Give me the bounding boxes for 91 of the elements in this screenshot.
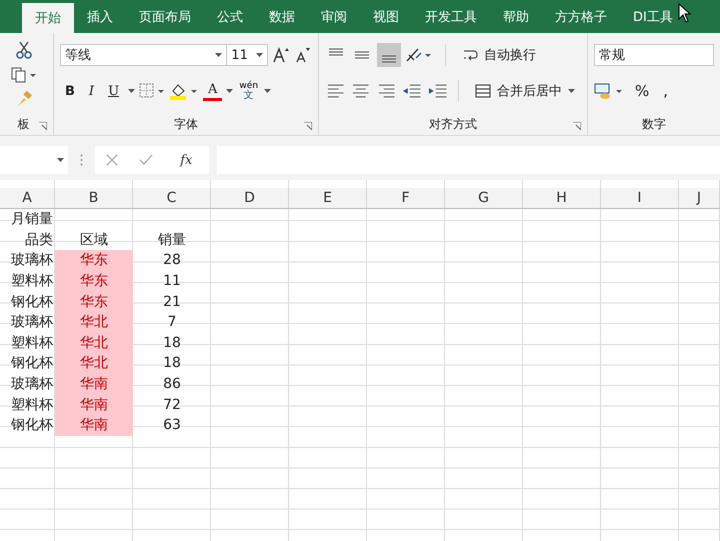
column-header[interactable]: F <box>367 188 445 208</box>
shrink-font-icon[interactable] <box>294 46 312 64</box>
ribbon-tab[interactable]: 开始 <box>22 3 74 33</box>
comma-button[interactable]: , <box>658 82 674 100</box>
font-name-dropdown[interactable]: 等线 <box>60 44 228 66</box>
table-cell: 华南 <box>55 394 133 415</box>
caret-icon[interactable] <box>226 89 234 93</box>
wrap-text-button[interactable]: 自动换行 <box>456 45 542 65</box>
column-header[interactable]: D <box>211 188 289 208</box>
caret-icon[interactable] <box>128 89 136 93</box>
table-cell-text: 区域 <box>79 230 109 250</box>
increase-indent-icon[interactable] <box>426 82 448 100</box>
table-cell: 华南 <box>55 414 133 436</box>
mouse-pointer-icon <box>678 3 692 23</box>
group-label: 板 <box>18 116 30 132</box>
align-bottom-icon[interactable] <box>377 43 401 67</box>
ribbon-tab[interactable]: 视图 <box>360 0 412 33</box>
table-cell: 华北 <box>55 332 133 354</box>
ribbon-tab[interactable]: 数据 <box>256 0 308 33</box>
font-size-dropdown[interactable]: 11 <box>226 44 268 66</box>
bold-button[interactable]: B <box>60 84 80 98</box>
ribbon-tab[interactable]: 方方格子 <box>542 0 620 33</box>
table-cell-text: 塑料杯 <box>10 396 54 415</box>
fill-color-icon[interactable] <box>169 82 200 100</box>
ribbon-tab[interactable]: 公式 <box>204 0 256 33</box>
ribbon-tab[interactable]: 审阅 <box>308 0 360 33</box>
table-cell-text: 28 <box>162 251 182 270</box>
ribbon-tab[interactable]: 帮助 <box>490 0 542 33</box>
caret-icon <box>568 89 575 93</box>
column-header[interactable]: I <box>601 188 679 208</box>
align-left-icon[interactable] <box>325 82 346 100</box>
column-header[interactable]: A <box>0 188 55 208</box>
table-cell-text: 63 <box>162 416 182 436</box>
copy-icon[interactable] <box>10 67 36 83</box>
table-cell-text: 7 <box>166 313 178 332</box>
table-cell: 华东 <box>55 270 133 292</box>
table-cell-text: 塑料杯 <box>10 272 54 292</box>
table-cell-text: 玻璃杯 <box>10 375 54 394</box>
grow-font-icon[interactable] <box>272 46 290 64</box>
italic-button[interactable]: I <box>84 84 100 98</box>
caret-icon[interactable] <box>264 89 272 93</box>
table-cell: 华北 <box>55 312 133 333</box>
table-cell-text: 86 <box>162 375 182 394</box>
caret-icon <box>215 53 222 57</box>
table-cell-text: 18 <box>162 354 182 374</box>
insert-function-button[interactable]: fx <box>174 152 198 168</box>
dialog-launcher-icon[interactable] <box>304 122 312 130</box>
table-cell-text: 72 <box>162 396 182 415</box>
table-cell: 华北 <box>55 353 133 374</box>
number-format-dropdown[interactable]: 常规 <box>594 44 714 66</box>
table-cell-text: 月销量 <box>10 210 54 230</box>
table-cell-text: 塑料杯 <box>10 334 54 353</box>
table-cell-text: 21 <box>162 292 182 312</box>
merge-cells-icon <box>475 83 491 99</box>
table-cell-text: 玻璃杯 <box>10 251 54 270</box>
group-label: 对齐方式 <box>429 116 477 132</box>
scissors-icon[interactable] <box>16 41 32 59</box>
phonetic-button[interactable]: wén 文 <box>237 81 260 101</box>
group-label: 数字 <box>642 116 666 132</box>
table-cell-text: 钢化杯 <box>10 354 54 374</box>
column-header[interactable]: E <box>289 188 367 208</box>
caret-icon <box>256 53 264 57</box>
table-cell-text: 18 <box>162 334 182 353</box>
underline-button[interactable]: U <box>103 84 124 98</box>
ribbon-tab[interactable]: 页面布局 <box>126 0 204 33</box>
column-header[interactable]: H <box>523 188 601 208</box>
merge-center-button[interactable]: 合并后居中 <box>469 81 581 101</box>
table-cell: 华东 <box>55 291 133 312</box>
table-cell-text: 销量 <box>157 230 187 250</box>
column-header[interactable]: G <box>445 188 523 208</box>
table-cell-text: 11 <box>162 272 182 292</box>
table-cell-text: 品类 <box>24 230 54 250</box>
table-cell-text: 钢化杯 <box>10 292 54 312</box>
ribbon-tab[interactable]: 开发工具 <box>412 0 490 33</box>
decrease-indent-icon[interactable] <box>401 82 423 100</box>
table-cell: 华东 <box>55 250 133 271</box>
column-header[interactable]: B <box>55 188 133 208</box>
column-header[interactable]: C <box>133 188 211 208</box>
table-cell: 华南 <box>55 374 133 394</box>
table-cell-text: 玻璃杯 <box>10 313 54 332</box>
group-label: 字体 <box>174 116 198 132</box>
caret-icon <box>57 158 64 162</box>
dialog-launcher-icon[interactable] <box>573 122 581 130</box>
percent-button[interactable]: % <box>630 82 654 100</box>
font-color-button[interactable]: A <box>203 82 222 100</box>
column-header[interactable]: J <box>679 188 720 208</box>
dialog-launcher-icon[interactable] <box>39 122 47 130</box>
table-cell-text: 钢化杯 <box>10 416 54 436</box>
check-icon[interactable] <box>138 154 153 166</box>
drag-handle-icon[interactable] <box>80 154 83 166</box>
ribbon-tab[interactable]: 插入 <box>74 0 126 33</box>
